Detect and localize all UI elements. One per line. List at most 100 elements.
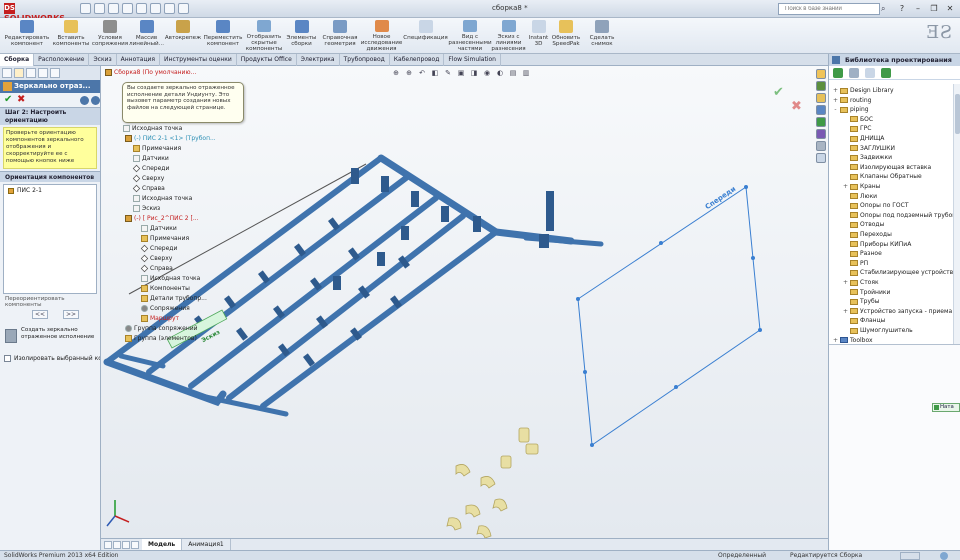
library-item[interactable]: Приборы КИПиА <box>843 240 911 249</box>
select-icon[interactable] <box>150 3 161 14</box>
design-library-tab-icon[interactable] <box>816 81 826 91</box>
hide-show-items-icon[interactable]: ◉ <box>482 68 492 78</box>
add-file-location-icon[interactable] <box>865 68 875 78</box>
close-icon[interactable]: ✕ <box>944 3 956 14</box>
ribbon-button[interactable]: Переместить компонент <box>203 20 243 52</box>
new-icon[interactable] <box>80 3 91 14</box>
command-tab[interactable]: Продукты Office <box>237 54 297 66</box>
expand-toggle-icon[interactable]: + <box>843 279 848 286</box>
loose-fittings[interactable] <box>446 427 539 538</box>
search-icon[interactable]: ⌕ <box>881 3 891 15</box>
library-item[interactable]: Шумоглушитель <box>843 326 913 335</box>
ribbon-button[interactable]: Автокрепеж <box>165 20 201 52</box>
tree-item[interactable]: Спереди <box>140 244 177 253</box>
library-item[interactable]: + Краны <box>843 182 880 191</box>
configuration-manager-tab-icon[interactable] <box>26 68 36 78</box>
library-item[interactable]: Стабилизирующее устройство <box>843 268 957 277</box>
command-tab[interactable]: Кабелепровод <box>390 54 445 66</box>
search-input[interactable] <box>778 3 880 15</box>
back-icon[interactable] <box>833 68 843 78</box>
library-item[interactable]: Клапаны Обратные <box>843 172 922 181</box>
appearances-tab-icon[interactable] <box>816 129 826 139</box>
ribbon-button[interactable]: Вид с разнесенными частями <box>448 20 492 52</box>
reorient-next-button[interactable]: >> <box>63 310 79 319</box>
tree-item[interactable]: (-) ПИС 2-1 <1> (Трубоп... <box>125 134 216 143</box>
next-step-icon[interactable] <box>91 96 100 105</box>
ribbon-button[interactable]: Спецификация <box>403 20 448 52</box>
create-mirror-button[interactable]: Создать зеркально отраженное исполнение <box>3 326 97 348</box>
command-tab[interactable]: Эскиз <box>89 54 117 66</box>
edit-appearance-icon[interactable]: ◐ <box>495 68 505 78</box>
tree-item[interactable]: Компоненты <box>141 284 190 293</box>
tree-item[interactable]: Сверху <box>132 174 164 183</box>
section-view-icon[interactable]: ◧ <box>430 68 440 78</box>
library-item[interactable]: ГРС <box>843 124 871 133</box>
scrollbar-thumb[interactable] <box>955 94 960 134</box>
library-item[interactable]: Люки <box>843 192 877 201</box>
expand-toggle-icon[interactable]: + <box>833 97 838 104</box>
search-tab-icon[interactable] <box>816 105 826 115</box>
routing-library-tab-icon[interactable] <box>816 153 826 163</box>
library-item[interactable]: Опоры под подземный трубопр <box>843 211 960 220</box>
tree-item[interactable]: Справа <box>140 264 173 273</box>
command-tab[interactable]: Электрика <box>297 54 340 66</box>
view-orientation-icon[interactable]: ▣ <box>456 68 466 78</box>
rebuild-icon[interactable] <box>164 3 175 14</box>
resources-tab-icon[interactable] <box>816 69 826 79</box>
mirror-plane[interactable] <box>577 186 761 446</box>
library-item[interactable]: + routing <box>833 96 871 105</box>
options-icon[interactable] <box>178 3 189 14</box>
ribbon-button[interactable]: Отобразить скрытые компоненты <box>245 20 283 52</box>
tree-item[interactable]: Исходная точка <box>141 274 200 283</box>
custom-properties-tab-icon[interactable] <box>816 141 826 151</box>
library-item[interactable]: Фланцы <box>843 316 885 325</box>
isolate-option[interactable]: Изолировать выбранный компонент <box>0 352 100 364</box>
library-item[interactable]: Переходы <box>843 230 892 239</box>
expand-toggle-icon[interactable]: + <box>843 308 848 315</box>
ribbon-button[interactable]: Новое исследование движения <box>361 20 402 52</box>
ribbon-button[interactable]: Эскиз с линиями разнесения <box>491 20 526 52</box>
tree-item[interactable]: Сверху <box>140 254 172 263</box>
expand-toggle-icon[interactable]: + <box>833 87 838 94</box>
zoom-fit-icon[interactable]: ⊕ <box>391 68 401 78</box>
print-icon[interactable] <box>122 3 133 14</box>
feature-manager-tab-icon[interactable] <box>2 68 12 78</box>
library-item[interactable]: - piping <box>833 105 868 114</box>
property-manager-tab-icon[interactable] <box>14 68 24 78</box>
library-item[interactable]: Опоры по ГОСТ <box>843 201 909 210</box>
tree-item[interactable]: Детали трубопр... <box>141 294 207 303</box>
step-header[interactable]: Шаг 2: Настроить ориентацию <box>0 107 100 125</box>
library-item[interactable]: Задвижки <box>843 153 892 162</box>
list-item[interactable]: ПИС 2-1 <box>8 187 92 194</box>
components-list[interactable]: ПИС 2-1 <box>3 184 97 294</box>
prev-tab-icon[interactable] <box>113 541 121 549</box>
tree-item[interactable]: Датчики <box>133 154 169 163</box>
open-icon[interactable] <box>94 3 105 14</box>
tree-item[interactable]: Группа сопряжений <box>125 324 198 333</box>
graphics-area[interactable]: ✔ ✖ Спереди Эскиз ⊕ ⊕ ↶ ◧ ✎ ▣ ◨ ◉ ◐ ▤ ▥ … <box>101 66 828 538</box>
dimxpert-tab-icon[interactable] <box>38 68 48 78</box>
expand-toggle-icon[interactable]: - <box>833 106 838 113</box>
ribbon-button[interactable]: Справочная геометрия <box>320 20 360 52</box>
isolate-checkbox[interactable] <box>4 354 11 362</box>
save-icon[interactable] <box>108 3 119 14</box>
tree-item[interactable]: Маршрут <box>141 314 179 323</box>
ribbon-button[interactable]: Сделать снимок <box>582 20 622 52</box>
ribbon-button[interactable]: Условия сопряжения <box>92 20 128 52</box>
library-item[interactable]: РП <box>843 259 868 268</box>
tree-item[interactable]: Сопряжения <box>141 304 190 313</box>
library-item[interactable]: + Стояк <box>843 278 879 287</box>
library-item[interactable]: + Устройство запуска - приема <box>843 307 952 316</box>
library-item[interactable]: Трубы <box>843 297 879 306</box>
floating-tag[interactable]: Ната <box>932 403 960 412</box>
library-item[interactable]: ЗАГЛУШКИ <box>843 144 895 153</box>
tree-item[interactable]: (-) [ Рис_2^ПИС 2 [... <box>125 214 199 223</box>
minimize-icon[interactable]: – <box>912 3 924 14</box>
next-tab-icon[interactable] <box>122 541 130 549</box>
undo-icon[interactable] <box>136 3 147 14</box>
restore-icon[interactable]: ❐ <box>928 3 940 14</box>
tree-item[interactable]: Спереди <box>132 164 169 173</box>
tree-item[interactable]: Справа <box>132 184 165 193</box>
app-logo[interactable]: DSSOLIDWORKS <box>4 3 70 23</box>
previous-step-icon[interactable] <box>80 96 89 105</box>
